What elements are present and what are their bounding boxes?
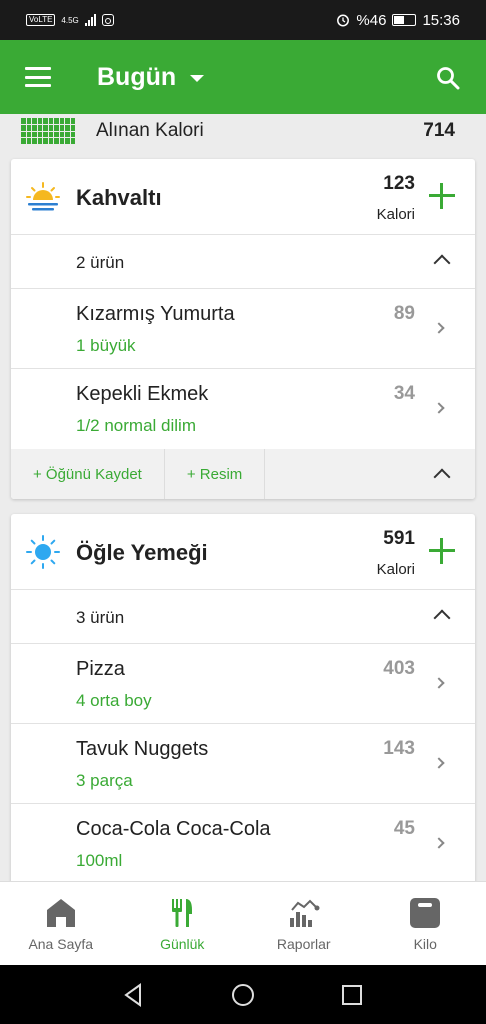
clock: 15:36 [422,11,460,29]
food-name: Pizza [76,658,125,680]
food-name: Kepekli Ekmek [76,383,209,405]
food-calories: 34 [393,383,415,404]
nav-label: Raporlar [276,936,331,952]
date-selector[interactable]: Bugün [97,62,205,92]
status-right: %46 15:36 [336,12,460,29]
food-calories: 45 [393,818,415,839]
food-calories: 403 [383,658,415,679]
sun-icon [26,535,60,569]
alarm-icon [337,14,350,27]
summary-label: Alınan Kalori [96,120,204,141]
page-title: Bugün [97,62,177,91]
nav-reports[interactable]: Raporlar [243,882,365,965]
battery-icon [392,14,417,26]
add-food-icon[interactable] [429,183,455,209]
food-portion: 3 parça [76,771,133,790]
back-icon[interactable] [119,980,149,1010]
chevron-right-icon [433,402,445,414]
food-portion: 100ml [76,851,123,870]
meal-header: Öğle Yemeği 591 Kalori [11,514,475,590]
volte-badge: VoLTE [26,14,56,26]
add-photo-button[interactable]: + Resim [165,449,266,499]
collapse-chevron-icon[interactable] [433,468,451,486]
item-count-row[interactable]: 3 ürün [11,590,475,644]
meal-title: Öğle Yemeği [76,540,208,565]
chevron-right-icon [433,322,445,334]
battery-percent: %46 [356,11,387,29]
nav-weight[interactable]: Kilo [365,882,486,965]
food-item[interactable]: Kepekli Ekmek 1/2 normal dilim 34 [11,369,475,449]
nav-home[interactable]: Ana Sayfa [0,882,122,965]
signal-icon [84,14,96,26]
meal-actions: + Öğünü Kaydet + Resim [11,449,475,499]
caret-down-icon [190,75,205,82]
search-icon[interactable] [436,66,460,90]
sunrise-icon [26,182,60,211]
nav-label: Kilo [413,936,437,952]
system-navigation [0,965,486,1024]
recents-icon[interactable] [337,980,367,1010]
home-icon [46,899,75,927]
status-bar: VoLTE 4.5G %46 15:36 [0,0,486,40]
item-count-row[interactable]: 2 ürün [11,235,475,289]
meal-calories-unit: Kalori [376,561,415,578]
meal-calories: 591 [383,528,415,549]
item-count: 2 ürün [76,253,125,272]
status-left: VoLTE 4.5G [26,14,114,26]
add-food-icon[interactable] [429,538,455,564]
food-name: Kızarmış Yumurta [76,303,235,325]
food-portion: 1/2 normal dilim [76,416,196,435]
food-portion: 1 büyük [76,336,136,355]
food-item[interactable]: Tavuk Nuggets 3 parça 143 [11,724,475,804]
chevron-right-icon [433,677,445,689]
food-portion: 4 orta boy [76,691,152,710]
calorie-summary: Alınan Kalori 714 [0,114,486,148]
meal-title: Kahvaltı [76,185,162,210]
nav-label: Ana Sayfa [28,936,94,952]
nav-label: Günlük [160,936,205,952]
item-count: 3 ürün [76,608,125,627]
nav-diary[interactable]: Günlük [122,882,244,965]
food-calories: 143 [383,738,415,759]
scale-icon [410,898,441,928]
meal-card-breakfast: Kahvaltı 123 Kalori 2 ürün Kızarmış Yumu… [11,159,475,499]
food-calories: 89 [393,303,415,324]
chevron-right-icon [433,757,445,769]
chevron-up-icon[interactable] [433,254,451,272]
food-item[interactable]: Coca-Cola Coca-Cola 100ml 45 [11,804,475,884]
home-button-icon[interactable] [228,980,258,1010]
chevron-up-icon[interactable] [433,609,451,627]
fork-knife-icon [172,899,193,927]
summary-value: 714 [423,120,455,141]
chart-icon [289,899,320,927]
food-name: Tavuk Nuggets [76,738,209,760]
menu-icon[interactable] [25,67,51,87]
save-meal-button[interactable]: + Öğünü Kaydet [11,449,165,499]
bottom-navigation: Ana Sayfa Günlük Raporlar Kilo [0,881,486,965]
meal-calories: 123 [383,173,415,194]
network-type: 4.5G [61,15,79,25]
meal-card-lunch: Öğle Yemeği 591 Kalori 3 ürün Pizza 4 or… [11,514,475,894]
meal-calories-unit: Kalori [376,206,415,223]
calorie-grid-icon [21,118,75,144]
food-item[interactable]: Kızarmış Yumurta 1 büyük 89 [11,289,475,369]
food-name: Coca-Cola Coca-Cola [76,818,271,840]
app-bar: Bugün [0,40,486,114]
food-item[interactable]: Pizza 4 orta boy 403 [11,644,475,724]
chevron-right-icon [433,837,445,849]
instagram-notification-icon [101,14,114,26]
meal-header: Kahvaltı 123 Kalori [11,159,475,235]
